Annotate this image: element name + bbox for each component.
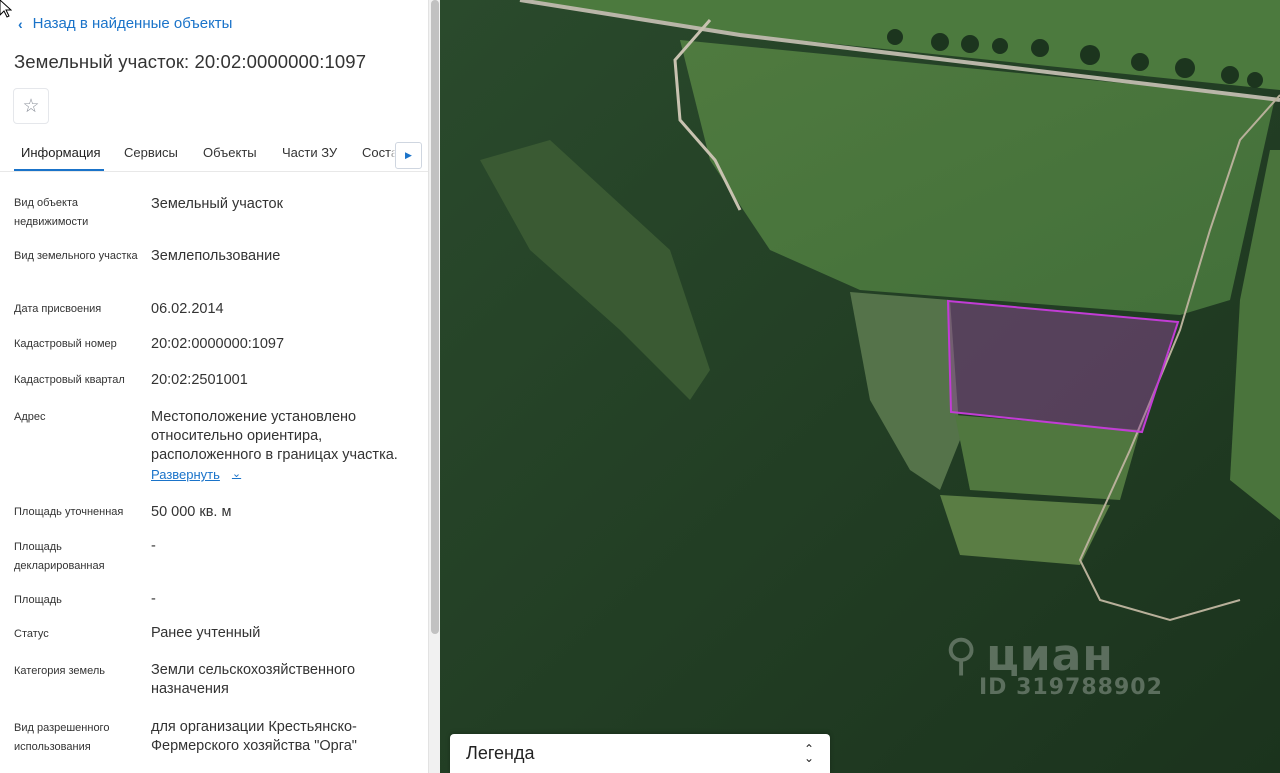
- star-icon: ☆: [22, 95, 40, 117]
- info-panel: ‹ Назад в найденные объекты Земельный уч…: [0, 0, 428, 773]
- field-value: Местоположение установлено относительно …: [151, 409, 398, 463]
- field-value-wrap: Местоположение установлено относительно …: [151, 408, 419, 485]
- back-link-label: Назад в найденные объекты: [32, 15, 233, 32]
- field-value: 06.02.2014: [151, 301, 224, 317]
- expand-address-link[interactable]: Развернуть ⌄: [151, 465, 241, 484]
- field-label: Дата присвоения: [14, 303, 102, 315]
- field-value: 20:02:0000000:1097: [151, 336, 285, 352]
- field-label: Статус: [14, 628, 49, 640]
- watermark-brand: циан: [986, 630, 1114, 681]
- legend-panel[interactable]: Легенда ⌃ ⌄: [450, 734, 830, 773]
- up-down-chevron-icon[interactable]: ⌃ ⌄: [804, 743, 814, 764]
- watermark-id: ID 319788902: [979, 675, 1163, 700]
- field-value: -: [151, 591, 156, 607]
- field-label: Кадастровый квартал: [14, 374, 125, 386]
- parcel-outline[interactable]: [946, 299, 1180, 434]
- field-label: Вид объекта недвижимости: [14, 197, 89, 228]
- legend-title: Легенда: [466, 743, 535, 763]
- location-pin-icon: ⚲: [945, 630, 979, 681]
- field-value: Ранее учтенный: [151, 625, 261, 641]
- field-value: -: [151, 538, 156, 554]
- field-value: 20:02:2501001: [151, 372, 248, 388]
- field-value: 50 000 кв. м: [151, 504, 232, 520]
- field-label: Площадь декларированная: [14, 541, 105, 572]
- expand-label: Развернуть: [151, 467, 220, 482]
- tab-info[interactable]: Информация: [21, 145, 101, 160]
- field-label: Вид разрешенного использования: [14, 722, 110, 753]
- field-value: Земельный участок: [151, 196, 283, 212]
- cian-watermark: ⚲ циан ID 319788902: [945, 630, 1163, 700]
- field-label: Площадь: [14, 594, 62, 606]
- tab-objects[interactable]: Объекты: [203, 145, 257, 160]
- satellite-map[interactable]: ⚲ циан ID 319788902 Легенда ⌃ ⌄: [440, 0, 1280, 773]
- tabs-scroll-right-button[interactable]: ▶: [395, 142, 422, 169]
- scrollbar-thumb[interactable]: [431, 0, 439, 634]
- field-label: Вид земельного участка: [14, 250, 138, 262]
- field-label: Категория земель: [14, 665, 105, 677]
- lower-field-2: [940, 495, 1110, 565]
- field-value: для организации Крестьянско-Фермерского …: [151, 719, 357, 754]
- tab-services[interactable]: Сервисы: [124, 145, 178, 160]
- field-label: Кадастровый номер: [14, 338, 117, 350]
- panel-scrollbar[interactable]: [428, 0, 440, 773]
- field-value: Землепользование: [151, 248, 281, 264]
- mouse-pointer-icon: [0, 0, 12, 18]
- field-label: Адрес: [14, 411, 46, 423]
- active-tab-indicator: [14, 169, 104, 171]
- favorite-button[interactable]: ☆: [13, 88, 49, 124]
- tab-bar: Информация Сервисы Объекты Части ЗУ Сост…: [0, 136, 428, 172]
- caret-right-icon: ▶: [405, 150, 412, 160]
- back-link[interactable]: ‹ Назад в найденные объекты: [18, 15, 232, 32]
- chevron-down-icon: ⌄: [231, 468, 242, 480]
- field-label: Площадь уточненная: [14, 506, 124, 518]
- page-title: Земельный участок: 20:02:0000000:1097: [14, 51, 367, 72]
- tab-parts[interactable]: Части ЗУ: [282, 145, 337, 160]
- field-value: Земли сельскохозяйственного назначения: [151, 662, 356, 697]
- chevron-left-icon: ‹: [18, 15, 23, 32]
